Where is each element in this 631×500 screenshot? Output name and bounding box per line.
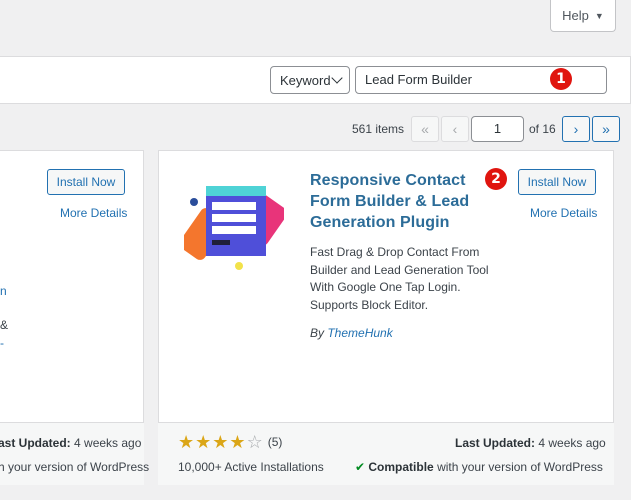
star-full-icon: ★ (178, 432, 195, 452)
install-now-button[interactable]: Install Now (518, 169, 596, 195)
more-details-link[interactable]: More Details (530, 206, 597, 220)
author-link[interactable]: ThemeHunk (327, 326, 392, 340)
left-card-text-fragment: & (0, 318, 9, 332)
first-page-button[interactable]: « (411, 116, 439, 142)
next-page-button[interactable]: › (562, 116, 590, 142)
star-full-icon: ★ (212, 432, 229, 452)
search-type-value: Keyword (280, 72, 331, 88)
star-rating: ★ ★ ★ ★ ☆ (5) (178, 433, 282, 451)
current-page-input[interactable]: 1 (471, 116, 524, 142)
left-compatibility: h your version of WordPress (0, 460, 150, 474)
previous-page-button[interactable]: ‹ (441, 116, 469, 142)
items-count: 561 items (352, 122, 405, 136)
search-type-select[interactable]: Keyword (270, 66, 350, 94)
star-full-icon: ★ (229, 432, 246, 452)
help-tab-button[interactable]: Help ▼ (550, 0, 616, 32)
more-details-link-left[interactable]: More Details (60, 206, 127, 220)
star-full-icon: ★ (195, 432, 212, 452)
left-card-text-fragment: - (0, 336, 4, 350)
install-now-button-left[interactable]: Install Now (47, 169, 125, 195)
step-marker-2: 2 (485, 168, 507, 190)
checkmark-icon: ✔ (355, 460, 369, 474)
rating-count-link[interactable]: (5) (268, 435, 283, 449)
chevron-down-icon (331, 72, 343, 84)
total-pages: of 16 (529, 122, 556, 136)
left-last-updated: ast Updated: 4 weeks ago (0, 436, 142, 450)
plugin-author: By ThemeHunk (310, 326, 393, 340)
caret-down-icon: ▼ (594, 10, 604, 21)
active-installs: 10,000+ Active Installations (178, 460, 324, 474)
last-page-button[interactable]: » (592, 116, 620, 142)
help-label: Help (562, 8, 589, 23)
left-card-text-fragment: n (0, 284, 7, 298)
plugin-card-left-footer (0, 422, 144, 485)
last-updated: Last Updated: 4 weeks ago (455, 436, 606, 450)
star-empty-icon: ☆ (246, 432, 263, 452)
compatibility: ✔ Compatible with your version of WordPr… (355, 460, 603, 474)
plugin-logo-icon[interactable] (184, 180, 284, 275)
plugin-title-link[interactable]: Responsive Contact Form Builder & Lead G… (310, 170, 490, 233)
step-marker-1: 1 (550, 68, 572, 90)
plugin-description: Fast Drag & Drop Contact From Builder an… (310, 245, 489, 312)
